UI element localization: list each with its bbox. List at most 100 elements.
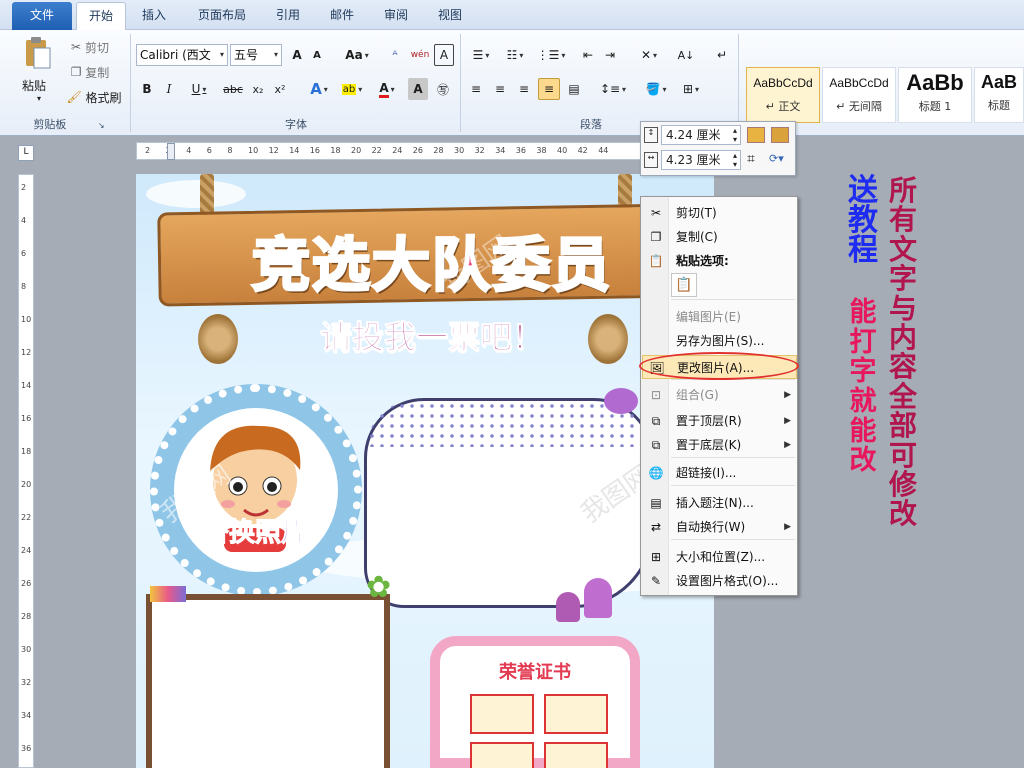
bold-button[interactable]: B [138, 78, 156, 100]
menu-item-text-wrap[interactable]: ⇄ 自动换行(W) ▶ [642, 515, 797, 539]
menu-item-copy[interactable]: ❐ 复制(C) [642, 225, 797, 249]
paste-button[interactable]: 粘贴 ▾ [22, 36, 56, 116]
tab-view[interactable]: 视图 [428, 2, 472, 30]
char-shading-button[interactable]: A [408, 78, 428, 100]
char-border-button[interactable]: A [434, 44, 454, 66]
ruler-tick-label: 14 [21, 381, 32, 390]
align-right-button[interactable]: ≡ [514, 78, 534, 100]
rotate-icon[interactable]: ⟳▾ [769, 152, 793, 168]
line-spacing-button[interactable]: ↕≡ ▾ [598, 78, 628, 100]
send-backward-icon[interactable] [771, 127, 789, 143]
sort-button[interactable]: A↓ [676, 44, 696, 66]
bullets-button[interactable]: ☰ ▾ [466, 44, 496, 66]
highlight-button[interactable]: ab ▾ [336, 78, 368, 100]
menu-item-save-picture[interactable]: 另存为图片(S)... [642, 329, 797, 353]
context-menu: ✂ 剪切(T) ❐ 复制(C) 📋 粘贴选项: 编辑图片(E) 另存为图片(S)... 🖼 更改图… [639, 196, 799, 596]
tab-page-layout[interactable]: 页面布局 [186, 2, 258, 30]
tab-review[interactable]: 审阅 [374, 2, 418, 30]
italic-button[interactable]: I [160, 78, 178, 100]
ruler-tick-label: 2 [21, 183, 27, 192]
bring-forward-icon[interactable] [747, 127, 765, 143]
align-center-button[interactable]: ≡ [490, 78, 510, 100]
style-normal[interactable]: AaBbCcDd ↵ 正文 [746, 67, 820, 123]
justify-button[interactable]: ≡ [538, 78, 560, 100]
style-heading-1[interactable]: AaBb 标题 1 [898, 67, 972, 123]
text-effects-button[interactable]: A ▾ [304, 78, 334, 100]
ruler-tick-label: 38 [536, 146, 547, 155]
menu-item-scissors[interactable]: ✂ 剪切(T) [642, 201, 797, 225]
paste-keep-format-button[interactable]: 📋 [671, 273, 697, 297]
font-size-combo[interactable]: 五号 ▾ [230, 44, 282, 66]
grow-font-button[interactable]: A [288, 44, 306, 66]
menu-item-hyperlink[interactable]: 🌐 超链接(I)... [642, 461, 797, 485]
picture-size-toolbar: ↕ 4.24 厘米 ▴ ▾ ↔ 4.23 厘米 ▴ ▾ ⌗ ⟳▾ [640, 121, 796, 176]
ruler-tick-label: 4 [186, 146, 192, 155]
cut-button[interactable]: ✂ 剪切 [64, 36, 116, 58]
ribbon: 粘贴 ▾ ✂ 剪切 ❐ 复制 🖌 格式刷 剪贴板 ↘ Calibri (西文 ▾ … [0, 30, 1024, 136]
phonetic-guide-button[interactable]: wén [408, 44, 432, 66]
decrease-indent-button[interactable]: ⇤ [578, 44, 598, 66]
tab-insert[interactable]: 插入 [132, 2, 176, 30]
size-position-icon: ⊞ [650, 550, 662, 564]
format-painter-button[interactable]: 🖌 格式刷 [64, 86, 124, 108]
superscript-button[interactable]: x² [270, 78, 290, 100]
menu-item-caption[interactable]: ▤ 插入题注(N)... [642, 491, 797, 515]
menu-item-edit-picture[interactable]: 编辑图片(E) [642, 305, 797, 329]
increase-indent-button[interactable]: ⇥ [600, 44, 620, 66]
change-case-button[interactable]: Aa ▾ [342, 44, 372, 66]
menu-item-send-back[interactable]: ⧉ 置于底层(K) ▶ [642, 433, 797, 457]
ruler-tick-label: 10 [248, 146, 259, 155]
format-picture-icon: ✎ [650, 574, 662, 588]
tab-home[interactable]: 开始 [76, 2, 126, 30]
ruler-tick-label: 24 [392, 146, 403, 155]
tab-mailings[interactable]: 邮件 [320, 2, 364, 30]
replace-photo-label: 替换照片 [202, 518, 307, 549]
send-back-icon: ⧉ [651, 438, 661, 452]
menu-item-size-position[interactable]: ⊞ 大小和位置(Z)... [642, 545, 797, 569]
menu-item-group[interactable]: ⊡ 组合(G) ▶ [642, 383, 797, 407]
font-name-combo[interactable]: Calibri (西文 ▾ [136, 44, 228, 66]
tab-references[interactable]: 引用 [266, 2, 310, 30]
clear-format-icon[interactable]: ᴬ [384, 44, 406, 66]
numbering-button[interactable]: ☷ ▾ [500, 44, 530, 66]
certificate-frame[interactable]: 荣誉证书 [430, 636, 640, 768]
style-no-spacing[interactable]: AaBbCcDd ↵ 无间隔 [822, 67, 896, 123]
tab-file[interactable]: 文件 [12, 2, 72, 30]
align-left-button[interactable]: ≡ [466, 78, 486, 100]
underline-button[interactable]: U ▾ [184, 78, 214, 100]
strikethrough-button[interactable]: abc [220, 78, 246, 100]
ruler-toggle-button[interactable]: L [18, 145, 34, 161]
shading-button[interactable]: 🪣 ▾ [640, 78, 672, 100]
vertical-ruler[interactable]: 2 4 6 8 10 12 14 16 18 20 22 24 26 28 30 32 34 36 [18, 174, 34, 768]
font-color-icon: A [379, 81, 389, 98]
menu-item-format-picture[interactable]: ✎ 设置图片格式(O)... [642, 569, 797, 593]
copy-button[interactable]: ❐ 复制 [64, 61, 116, 83]
highlight-ellipse [639, 352, 799, 380]
ruler-tick-label: 12 [21, 348, 32, 357]
menu-item-bring-front[interactable]: ⧉ 置于顶层(R) ▶ [642, 409, 797, 433]
copy-icon: ❐ [70, 65, 82, 79]
width-spinner[interactable]: 4.23 厘米 ▴ ▾ [661, 150, 741, 170]
show-marks-button[interactable]: ↵ [712, 44, 732, 66]
chinese-layout-button[interactable]: ✕ ▾ [632, 44, 666, 66]
menu-item-label: 置于底层(K) [676, 438, 742, 452]
subscript-button[interactable]: x₂ [248, 78, 268, 100]
menu-separator [671, 299, 795, 300]
menu-item-paste[interactable]: 📋 粘贴选项: [642, 249, 797, 273]
document-page[interactable]: 竞选大队委员 请投我一票吧！ 替换照片 ✿ 荣誉证书 我图网 我图网 我图网 我 [136, 174, 714, 768]
font-color-button[interactable]: A ▾ [372, 78, 402, 100]
menu-separator [671, 485, 795, 486]
horizontal-ruler[interactable]: 2246810121416182022242628303234363840424… [136, 142, 646, 160]
group-divider [460, 34, 461, 132]
multilevel-list-button[interactable]: ⋮☰ ▾ [536, 44, 566, 66]
style-heading[interactable]: AaB 标题 [974, 67, 1024, 123]
copy-label: 复制 [85, 65, 110, 80]
crop-icon[interactable]: ⌗ [747, 152, 765, 168]
shrink-font-button[interactable]: A [308, 44, 326, 66]
borders-button[interactable]: ⊞ ▾ [676, 78, 706, 100]
enclose-char-icon[interactable]: ㊢ [432, 78, 454, 100]
ruler-tick-label: 18 [330, 146, 341, 155]
distributed-button[interactable]: ▤ [564, 78, 584, 100]
indent-marker[interactable] [167, 143, 175, 160]
height-spinner[interactable]: 4.24 厘米 ▴ ▾ [661, 125, 741, 145]
